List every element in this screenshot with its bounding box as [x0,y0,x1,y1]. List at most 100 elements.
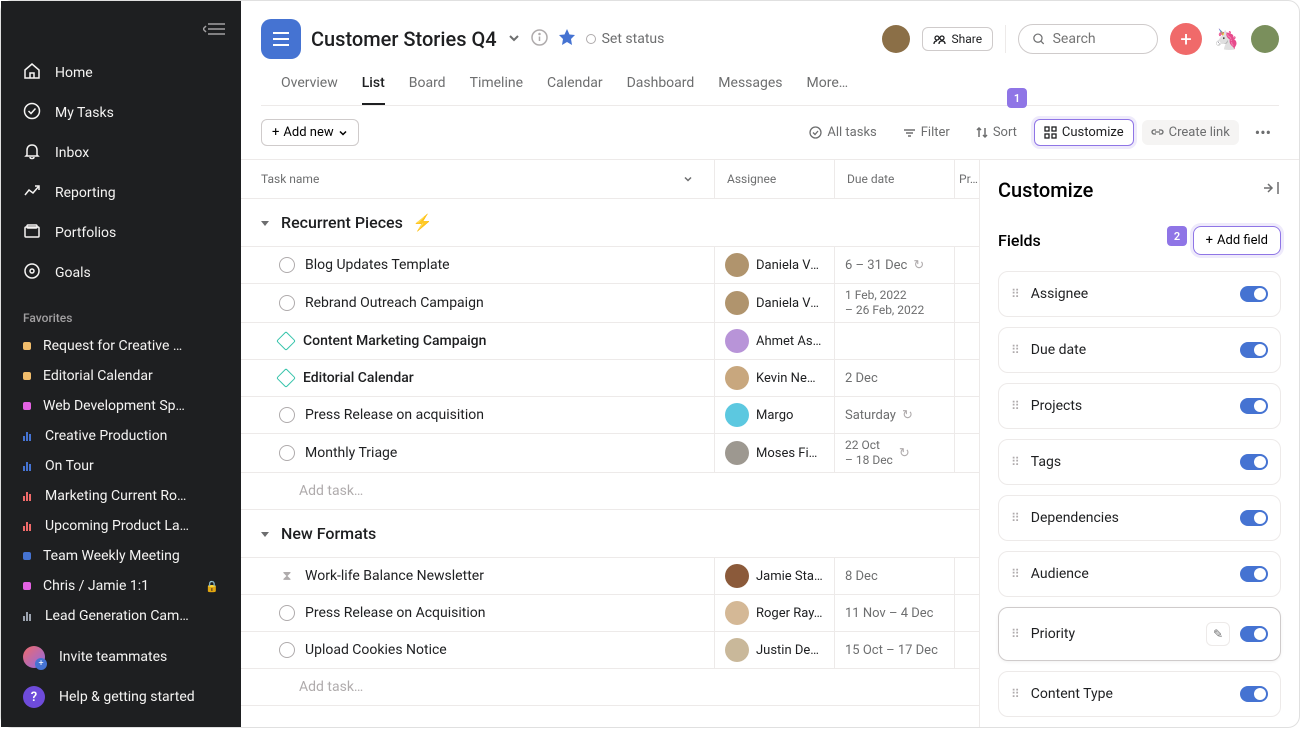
field-item[interactable]: ⠿ Dependencies [998,495,1281,541]
nav-home[interactable]: Home [1,53,241,93]
nav-target[interactable]: Goals [1,253,241,293]
caret-down-icon[interactable] [259,528,271,540]
favorite-item[interactable]: Request for Creative … [1,331,241,361]
grip-icon[interactable]: ⠿ [1011,627,1021,641]
grip-icon[interactable]: ⠿ [1011,511,1021,525]
star-icon[interactable] [558,28,576,50]
more-icon[interactable]: ••• [1247,118,1279,147]
tab-dashboard[interactable]: Dashboard [627,75,695,105]
assignee-avatar[interactable] [725,638,749,662]
complete-checkbox[interactable] [279,407,295,423]
favorite-item[interactable]: Upcoming Product La… [1,511,241,541]
task-row[interactable]: Upload Cookies Notice Justin Dean 15 Oct… [241,632,979,669]
complete-checkbox[interactable] [279,642,295,658]
favorite-item[interactable]: Chris / Jamie 1:1 🔒 [1,571,241,601]
field-toggle[interactable] [1240,286,1268,302]
celebrate-icon[interactable]: 🦄 [1214,27,1239,51]
field-toggle[interactable] [1240,398,1268,414]
favorite-item[interactable]: Creative Production [1,421,241,451]
task-row[interactable]: Press Release on acquisition Margo Satur… [241,397,979,434]
field-toggle[interactable] [1240,454,1268,470]
tab-timeline[interactable]: Timeline [470,75,523,105]
nav-chart[interactable]: Reporting [1,173,241,213]
grip-icon[interactable]: ⠿ [1011,287,1021,301]
sort-button[interactable]: Sort [967,120,1026,145]
add-field-button[interactable]: +Add field [1193,226,1281,255]
favorite-item[interactable]: Web Development Sp… [1,391,241,421]
field-item[interactable]: ⠿ Tags [998,439,1281,485]
info-icon[interactable] [531,29,548,50]
tab-overview[interactable]: Overview [281,75,338,105]
grip-icon[interactable]: ⠿ [1011,399,1021,413]
assignee-avatar[interactable] [725,329,749,353]
field-item[interactable]: ⠿ Audience [998,551,1281,597]
assignee-avatar[interactable] [725,366,749,390]
milestone-icon[interactable] [276,368,296,388]
nav-bell[interactable]: Inbox [1,133,241,173]
project-menu-chevron-icon[interactable] [507,30,521,49]
field-item[interactable]: ⠿ Content Type [998,671,1281,717]
add-task[interactable]: Add task… [241,473,979,510]
tab-more[interactable]: More… [807,75,849,105]
favorite-item[interactable]: Team Weekly Meeting [1,541,241,571]
task-row[interactable]: Monthly Triage Moses Fidel 22 Oct– 18 De… [241,434,979,473]
favorite-item[interactable]: Lead Generation Cam… [1,601,241,631]
field-item[interactable]: ⠿ Assignee [998,271,1281,317]
grip-icon[interactable]: ⠿ [1011,687,1021,701]
member-avatar[interactable] [882,25,910,53]
field-toggle[interactable] [1240,566,1268,582]
share-button[interactable]: Share [922,27,994,51]
invite-teammates[interactable]: Invite teammates [1,637,241,677]
assignee-avatar[interactable] [725,253,749,277]
create-link-button[interactable]: Create link [1142,120,1239,145]
nav-folder[interactable]: Portfolios [1,213,241,253]
chevron-down-icon[interactable] [682,173,694,185]
milestone-icon[interactable] [276,331,296,351]
complete-checkbox[interactable] [279,605,295,621]
assignee-avatar[interactable] [725,291,749,315]
search-input[interactable] [1053,31,1143,47]
complete-checkbox[interactable] [279,445,295,461]
section-header[interactable]: New Formats [241,510,979,558]
assignee-avatar[interactable] [725,564,749,588]
assignee-avatar[interactable] [725,403,749,427]
complete-checkbox[interactable] [279,257,295,273]
tab-board[interactable]: Board [409,75,446,105]
global-add-button[interactable]: + [1170,23,1202,55]
filter-button[interactable]: Filter [894,120,959,145]
complete-checkbox[interactable] [279,295,295,311]
field-toggle[interactable] [1240,342,1268,358]
field-toggle[interactable] [1240,510,1268,526]
add-new-button[interactable]: +Add new [261,119,359,146]
tab-messages[interactable]: Messages [718,75,782,105]
field-toggle[interactable] [1240,686,1268,702]
field-item[interactable]: ⠿ Due date [998,327,1281,373]
help-getting-started[interactable]: ? Help & getting started [1,677,241,717]
search-box[interactable] [1018,24,1158,54]
task-row[interactable]: Blog Updates Template Daniela Var… 6 – 3… [241,247,979,284]
set-status[interactable]: Set status [586,31,665,47]
favorite-item[interactable]: Marketing Current Ro… [1,481,241,511]
nav-check[interactable]: My Tasks [1,93,241,133]
close-panel-icon[interactable] [1263,180,1281,200]
grip-icon[interactable]: ⠿ [1011,455,1021,469]
favorite-item[interactable]: On Tour [1,451,241,481]
field-toggle[interactable] [1240,626,1268,642]
user-avatar[interactable] [1251,25,1279,53]
assignee-avatar[interactable] [725,601,749,625]
all-tasks-button[interactable]: All tasks [800,120,885,145]
tab-calendar[interactable]: Calendar [547,75,603,105]
caret-down-icon[interactable] [259,217,271,229]
tab-list[interactable]: List [362,75,385,105]
task-row[interactable]: Rebrand Outreach Campaign Daniela Var… 1… [241,284,979,323]
field-item[interactable]: ⠿ Priority ✎ [998,607,1281,661]
grip-icon[interactable]: ⠿ [1011,343,1021,357]
customize-button[interactable]: Customize [1034,119,1134,146]
task-row[interactable]: Content Marketing Campaign Ahmet Aslan [241,323,979,360]
task-row[interactable]: ⧗Work-life Balance Newsletter Jamie Stap… [241,558,979,595]
assignee-avatar[interactable] [725,441,749,465]
add-task[interactable]: Add task… [241,669,979,706]
task-row[interactable]: Editorial Calendar Kevin New… 2 Dec [241,360,979,397]
field-item[interactable]: ⠿ Projects [998,383,1281,429]
favorite-item[interactable]: Editorial Calendar [1,361,241,391]
